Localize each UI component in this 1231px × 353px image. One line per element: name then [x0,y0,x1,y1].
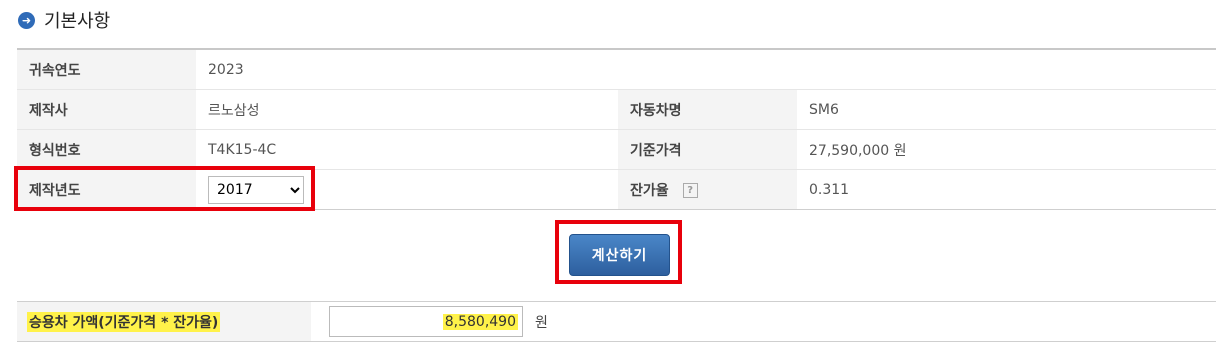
result-label: 승용차 가액(기준가격 * 잔가율) [27,311,221,332]
section-header: ➜ 기본사항 [18,8,110,32]
residual-value: 0.311 [797,169,1216,210]
result-unit: 원 [535,314,548,331]
car-name-label: 자동차명 [618,89,797,130]
table-row: 형식번호 T4K15-4C 기준가격 27,590,000 원 [17,129,1216,170]
annotation-box-calculate [555,220,682,284]
year-label: 귀속연도 [17,49,196,90]
base-price-label: 기준가격 [618,129,797,170]
table-row: 귀속연도 2023 [17,49,1216,90]
model-number-value: T4K15-4C [196,129,618,170]
result-value-field[interactable]: 8,580,490 [329,306,523,337]
year-value: 2023 [208,61,244,78]
base-price-value: 27,590,000 원 [797,129,1216,170]
residual-label: 잔가율 [630,182,669,199]
annotation-box-made-year [14,166,315,211]
car-name-value: SM6 [797,89,1216,130]
help-icon[interactable]: ? [682,183,698,198]
result-value: 8,580,490 [442,313,518,330]
table-row: 제작사 르노삼성 자동차명 SM6 [17,89,1216,130]
section-title: 기본사항 [44,11,111,32]
result-row: 승용차 가액(기준가격 * 잔가율) 8,580,490 원 [17,301,1216,342]
maker-label: 제작사 [17,89,196,130]
residual-label-cell: 잔가율? [618,169,797,210]
result-label-cell: 승용차 가액(기준가격 * 잔가율) [17,302,311,341]
model-number-label: 형식번호 [17,129,196,170]
arrow-right-circle-icon: ➜ [18,11,35,29]
maker-value: 르노삼성 [196,89,618,130]
